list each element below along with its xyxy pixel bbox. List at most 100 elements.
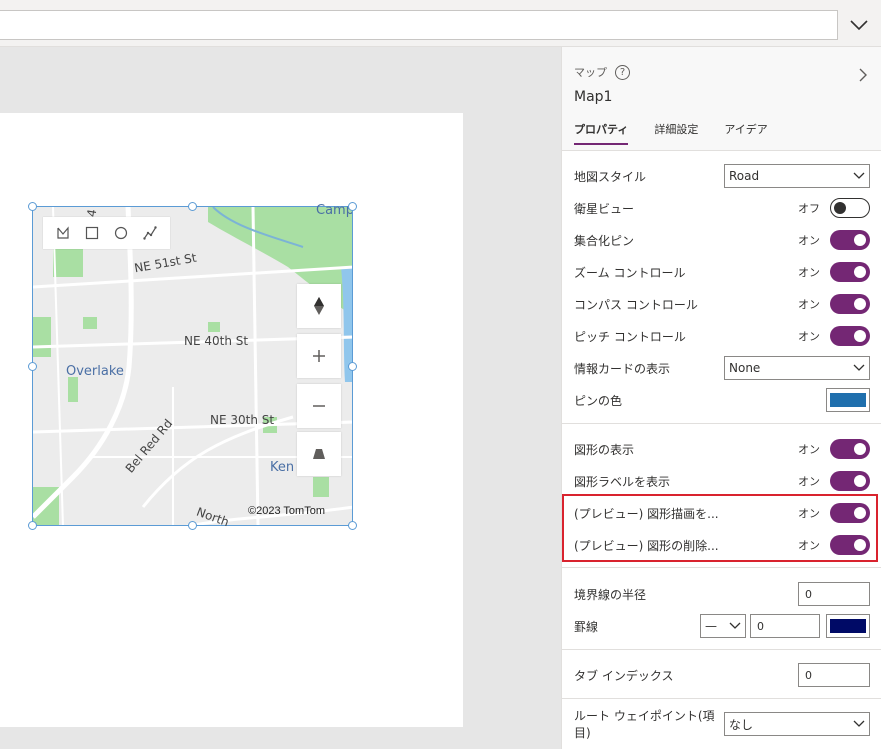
highlight-box bbox=[562, 494, 878, 562]
prop-label: 境界線の半径 bbox=[574, 587, 647, 602]
resize-handle[interactable] bbox=[28, 202, 37, 211]
drawing-toolbar bbox=[43, 217, 170, 249]
prop-tab-index: タブ インデックス 0 bbox=[562, 659, 881, 691]
border-width-input[interactable]: 0 bbox=[750, 614, 820, 638]
prop-label: ズーム コントロール bbox=[574, 265, 686, 280]
prop-label: 情報カードの表示 bbox=[574, 361, 671, 376]
pitch-toggle[interactable] bbox=[830, 326, 870, 346]
toggle-state: オン bbox=[798, 443, 820, 456]
panel-header: マップ ? Map1 プロパティ 詳細設定 アイデア bbox=[562, 47, 881, 151]
chevron-down-icon[interactable] bbox=[846, 13, 872, 37]
toggle-state: オン bbox=[798, 330, 820, 343]
properties-panel: マップ ? Map1 プロパティ 詳細設定 アイデア 地図スタイル Road 衛… bbox=[561, 47, 881, 749]
prop-border-radius: 境界線の半径 0 bbox=[562, 578, 881, 610]
border-radius-input[interactable]: 0 bbox=[798, 582, 870, 606]
zoom-toggle[interactable] bbox=[830, 262, 870, 282]
resize-handle[interactable] bbox=[348, 521, 357, 530]
dropdown-value: — bbox=[705, 619, 717, 633]
divider bbox=[562, 423, 881, 424]
prop-label: ピッチ コントロール bbox=[574, 329, 686, 344]
map-label-overlake: Overlake bbox=[66, 364, 124, 379]
prop-info-card: 情報カードの表示 None bbox=[562, 352, 881, 384]
resize-handle[interactable] bbox=[188, 521, 197, 530]
chevron-down-icon bbox=[729, 619, 741, 633]
help-icon[interactable]: ? bbox=[615, 64, 630, 80]
toggle-state: オン bbox=[798, 266, 820, 279]
map-copyright: ©2023 TomTom bbox=[248, 505, 325, 517]
map-style-dropdown[interactable]: Road bbox=[724, 164, 870, 188]
tab-ideas[interactable]: アイデア bbox=[724, 121, 767, 145]
tab-properties[interactable]: プロパティ bbox=[574, 121, 629, 145]
divider bbox=[562, 698, 881, 699]
control-name: Map1 bbox=[574, 89, 613, 105]
prop-zoom: ズーム コントロール オン bbox=[562, 256, 881, 288]
formula-bar bbox=[0, 0, 881, 47]
prop-map-style: 地図スタイル Road bbox=[562, 160, 881, 192]
resize-handle[interactable] bbox=[28, 521, 37, 530]
route-waypoints-dropdown[interactable]: なし bbox=[724, 712, 870, 736]
map-label-camp: Camp bbox=[316, 203, 352, 218]
dropdown-value: なし bbox=[729, 717, 754, 732]
divider bbox=[562, 649, 881, 650]
prop-label: 衛星ビュー bbox=[574, 201, 635, 216]
chevron-down-icon bbox=[853, 361, 865, 375]
toggle-state: オフ bbox=[798, 202, 820, 215]
show-shapes-toggle[interactable] bbox=[830, 439, 870, 459]
resize-handle[interactable] bbox=[188, 202, 197, 211]
prop-label: コンパス コントロール bbox=[574, 297, 698, 312]
satellite-toggle[interactable] bbox=[830, 198, 870, 218]
prop-pin-color: ピンの色 bbox=[562, 384, 881, 416]
resize-handle[interactable] bbox=[28, 362, 37, 371]
chevron-right-icon[interactable] bbox=[858, 67, 868, 87]
map-label-ne40: NE 40th St bbox=[184, 334, 249, 348]
map-label-ken: Ken bbox=[270, 460, 295, 475]
cluster-toggle[interactable] bbox=[830, 230, 870, 250]
resize-handle[interactable] bbox=[348, 362, 357, 371]
prop-label: 図形ラベルを表示 bbox=[574, 474, 671, 489]
pitch-icon[interactable] bbox=[297, 432, 341, 476]
compass-icon[interactable] bbox=[297, 284, 341, 328]
polygon-icon[interactable] bbox=[52, 222, 74, 244]
map-label-ne30: NE 30th St bbox=[210, 413, 275, 427]
shape-labels-toggle[interactable] bbox=[830, 471, 870, 491]
prop-label: 図形の表示 bbox=[574, 442, 635, 457]
prop-label: ピンの色 bbox=[574, 393, 623, 408]
pin-color-picker[interactable] bbox=[826, 388, 870, 412]
prop-label: 地図スタイル bbox=[574, 169, 647, 184]
toggle-state: オン bbox=[798, 475, 820, 488]
prop-pitch: ピッチ コントロール オン bbox=[562, 320, 881, 352]
prop-label: タブ インデックス bbox=[574, 668, 674, 683]
info-card-dropdown[interactable]: None bbox=[724, 356, 870, 380]
tab-index-input[interactable]: 0 bbox=[798, 663, 870, 687]
divider bbox=[562, 567, 881, 568]
circle-icon[interactable] bbox=[110, 222, 132, 244]
prop-label: ルート ウェイポイント(項目) bbox=[574, 709, 715, 740]
prop-show-shapes: 図形の表示 オン bbox=[562, 433, 881, 465]
prop-shape-labels: 図形ラベルを表示 オン bbox=[562, 465, 881, 497]
toggle-state: オン bbox=[798, 298, 820, 311]
control-type: マップ ? bbox=[574, 64, 630, 80]
prop-label: 集合化ピン bbox=[574, 233, 635, 248]
zoom-in-icon[interactable] bbox=[297, 334, 341, 378]
resize-handle[interactable] bbox=[348, 202, 357, 211]
compass-toggle[interactable] bbox=[830, 294, 870, 314]
prop-compass: コンパス コントロール オン bbox=[562, 288, 881, 320]
border-style-dropdown[interactable]: — bbox=[700, 614, 746, 638]
control-type-label: マップ bbox=[574, 66, 607, 79]
chevron-down-icon bbox=[853, 169, 865, 183]
polyline-icon[interactable] bbox=[139, 222, 161, 244]
prop-satellite: 衛星ビュー オフ bbox=[562, 192, 881, 224]
rectangle-icon[interactable] bbox=[81, 222, 103, 244]
zoom-out-icon[interactable] bbox=[297, 384, 341, 428]
formula-input[interactable] bbox=[0, 10, 838, 40]
toggle-state: オン bbox=[798, 234, 820, 247]
chevron-down-icon bbox=[853, 717, 865, 731]
prop-border: 罫線 — 0 bbox=[562, 610, 881, 642]
dropdown-value: None bbox=[729, 361, 761, 375]
prop-cluster: 集合化ピン オン bbox=[562, 224, 881, 256]
tab-advanced[interactable]: 詳細設定 bbox=[654, 121, 698, 145]
prop-route-waypoints: ルート ウェイポイント(項目) なし bbox=[562, 708, 881, 740]
dropdown-value: Road bbox=[729, 169, 760, 183]
border-color-picker[interactable] bbox=[826, 614, 870, 638]
panel-tabs: プロパティ 詳細設定 アイデア bbox=[574, 121, 794, 145]
